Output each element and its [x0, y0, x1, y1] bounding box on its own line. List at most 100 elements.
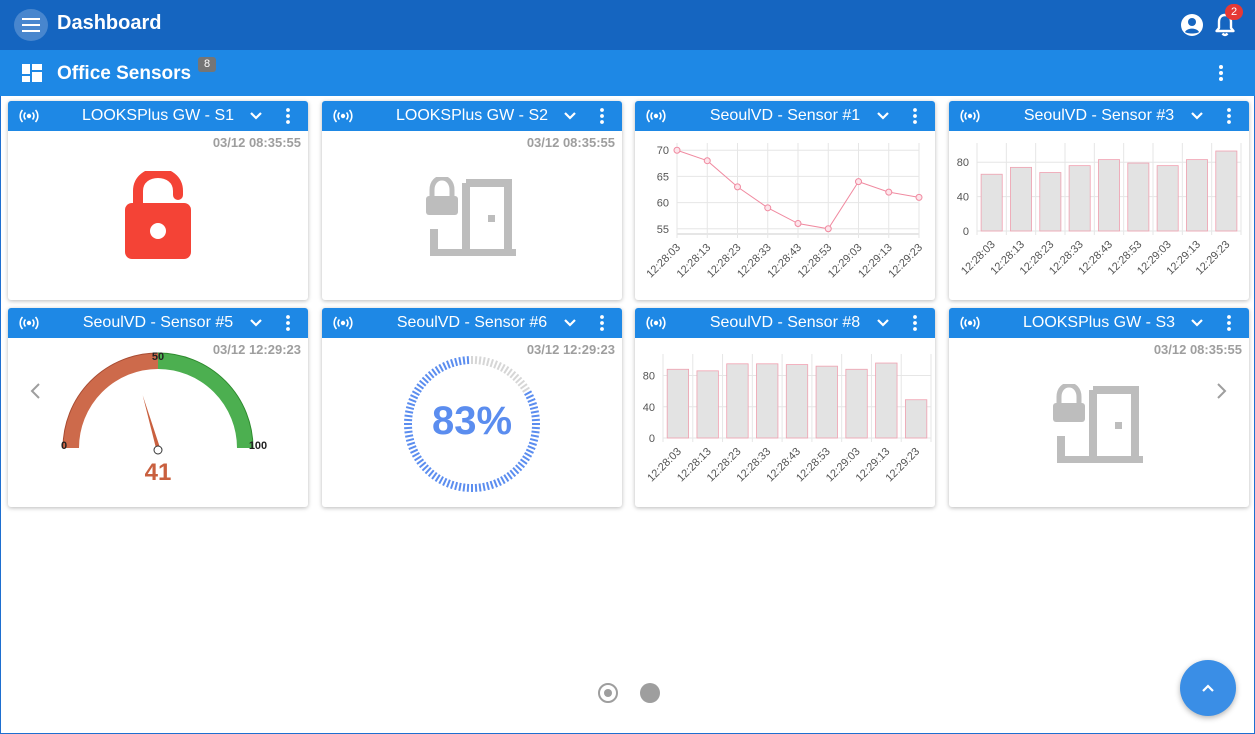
progress-tick: [414, 455, 422, 462]
progress-tick: [431, 471, 438, 480]
app-title: Dashboard: [57, 12, 162, 34]
gauge-low-arc: [63, 353, 159, 449]
y-tick-label: 80: [643, 371, 655, 383]
data-point: [915, 193, 923, 201]
card-header: LOOKSPlus GW - S3: [949, 308, 1249, 338]
gauge-needle: [142, 395, 160, 449]
progress-tick: [410, 394, 419, 400]
progress-tick: [519, 383, 528, 390]
bar-chart: 0408012:28:0312:28:1312:28:2312:28:3312:…: [643, 354, 932, 484]
data-point: [885, 188, 893, 196]
progress-tick: [462, 483, 466, 492]
progress-tick: [524, 452, 533, 458]
progress-tick: [517, 379, 526, 387]
y-tick-label: 70: [657, 145, 669, 157]
progress-tick: [404, 418, 413, 422]
sensor-card: SeoulVD - Sensor #1 55 60 65 70 12:28:03 12:2…: [635, 101, 935, 300]
progress-tick: [466, 356, 470, 365]
pager-dot-active[interactable]: [598, 683, 618, 703]
group-count-badge: 8: [198, 57, 216, 72]
data-point: [794, 220, 802, 228]
progress-tick: [515, 376, 523, 384]
progress-tick: [431, 368, 438, 377]
gauge-max-label: 100: [249, 440, 267, 452]
progress-tick: [405, 406, 415, 411]
bar: [1068, 165, 1091, 232]
card-timestamp: 03/12 08:35:55: [526, 135, 615, 150]
progress-tick: [509, 370, 517, 379]
progress-tick: [474, 483, 478, 492]
progress-tick: [496, 477, 502, 486]
chevron-down-icon[interactable]: [248, 109, 264, 123]
progress-tick: [427, 370, 435, 379]
dashboard-icon: [22, 64, 42, 82]
group-title: Office Sensors: [57, 63, 192, 84]
sensor-card: SeoulVD - Sensor #5 03/12 12:29:23 0 50 …: [8, 308, 308, 507]
y-tick-label: 60: [657, 198, 669, 210]
progress-tick: [527, 398, 536, 403]
y-tick-label: 40: [643, 402, 655, 414]
group-more-icon[interactable]: [1213, 63, 1229, 83]
progress-tick: [503, 366, 510, 374]
y-tick-label: 0: [963, 226, 969, 238]
bar: [904, 399, 928, 439]
data-point: [824, 225, 832, 233]
progress-value-label: 83%: [432, 399, 512, 443]
account-button[interactable]: [1180, 13, 1204, 42]
progress-tick: [438, 476, 444, 485]
progress-tick: [530, 410, 539, 414]
bar: [666, 368, 690, 439]
progress-tick: [493, 479, 498, 488]
sensor-card: SeoulVD - Sensor #8 0 40 80 12:28:03 12:28:1…: [635, 308, 935, 507]
more-vert-icon[interactable]: [598, 107, 606, 125]
progress-tick: [416, 458, 425, 465]
chevron-down-icon[interactable]: [1189, 316, 1205, 330]
bar: [1215, 150, 1238, 232]
chevron-right-icon[interactable]: [1214, 382, 1228, 400]
progress-tick: [512, 467, 520, 475]
y-tick-label: 55: [657, 224, 669, 236]
progress-tick: [517, 461, 526, 469]
progress-tick: [515, 464, 523, 472]
progress-tick: [509, 469, 517, 478]
progress-tick: [458, 357, 462, 366]
scroll-top-button[interactable]: [1180, 660, 1236, 716]
progress-tick: [524, 390, 533, 396]
bar: [1010, 166, 1032, 232]
more-vert-icon[interactable]: [284, 107, 292, 125]
menu-button[interactable]: [14, 9, 48, 41]
progress-tick: [531, 418, 540, 422]
progress-tick: [418, 379, 427, 387]
bar: [1156, 165, 1179, 232]
more-vert-icon[interactable]: [1225, 314, 1233, 332]
bar: [1098, 159, 1120, 232]
progress-tick: [408, 398, 417, 403]
card-header: LOOKSPlus GW - S1: [8, 101, 308, 131]
bar: [1127, 162, 1150, 232]
gauge-mid-label: 50: [152, 351, 164, 363]
pager-dot[interactable]: [640, 683, 660, 703]
progress-tick: [489, 480, 494, 489]
progress-tick: [407, 402, 416, 407]
progress-tick: [528, 441, 537, 446]
account-circle-icon: [1181, 14, 1203, 36]
progress-tick: [530, 434, 539, 438]
progress-tick: [531, 426, 540, 430]
progress-tick: [500, 363, 506, 372]
chevron-left-icon[interactable]: [29, 382, 43, 400]
chevron-down-icon[interactable]: [562, 109, 578, 123]
progress-tick: [450, 480, 455, 489]
y-tick-label: 65: [657, 171, 669, 183]
line-chart: 5560657012:28:0312:28:1312:28:2312:28:33…: [644, 143, 925, 280]
card-timestamp: 03/12 08:35:55: [1153, 342, 1242, 357]
bar: [726, 363, 749, 439]
progress-tick: [442, 362, 448, 371]
progress-tick: [424, 373, 432, 381]
gauge-widget: 0 50 100 41: [61, 351, 267, 486]
bar: [785, 364, 809, 439]
signal-icon: [960, 316, 980, 330]
progress-tick: [405, 437, 415, 442]
progress-tick: [493, 360, 498, 369]
progress-tick: [496, 362, 502, 371]
sensor-card: LOOKSPlus GW - S3 03/12 08:35:55: [949, 308, 1249, 507]
